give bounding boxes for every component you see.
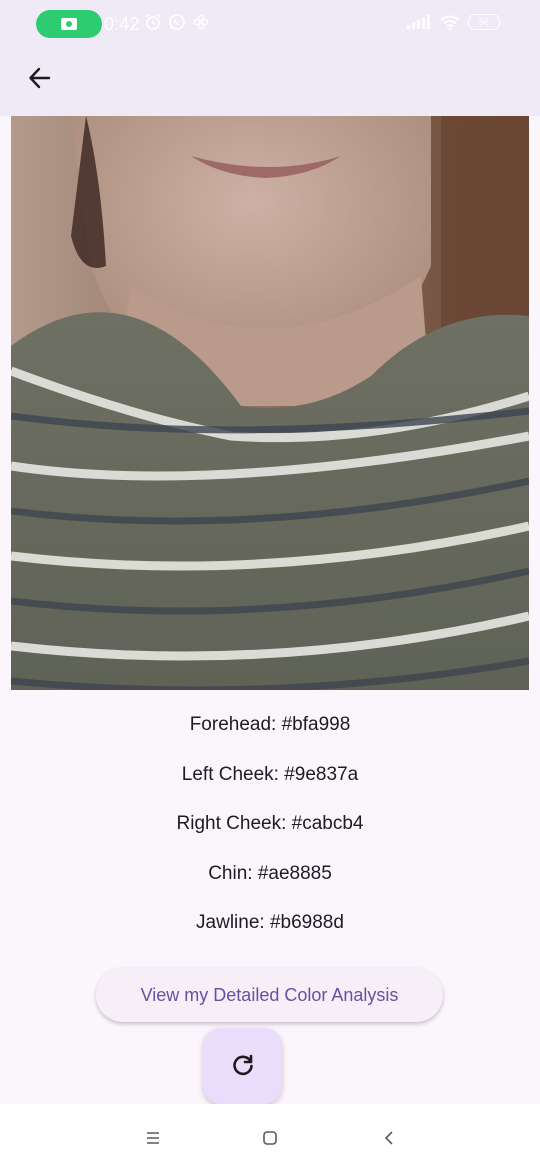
wifi-icon	[440, 15, 460, 31]
alarm-icon	[145, 13, 161, 30]
result-right-cheek: Right Cheek: #cabcb4	[176, 813, 364, 835]
system-status: 56	[407, 14, 500, 31]
back-icon	[384, 1131, 393, 1145]
color-results: Forehead: #bfa998 Left Cheek: #9e837a Ri…	[0, 700, 540, 948]
whatsapp-icon	[169, 14, 185, 30]
home-icon	[263, 1131, 277, 1145]
camera-icon	[61, 18, 77, 30]
result-jawline: Jawline: #b6988d	[196, 912, 344, 934]
battery-level: 56	[478, 17, 489, 27]
screen-record-indicator[interactable]	[36, 10, 102, 38]
signal-icon	[407, 15, 430, 29]
notification-icons	[144, 13, 210, 31]
status-bar: 0:42 56	[0, 0, 540, 48]
refresh-button[interactable]	[203, 1028, 282, 1104]
battery-icon: 56	[468, 14, 500, 30]
captured-photo	[11, 116, 529, 690]
status-time: 0:42	[104, 14, 140, 34]
nav-menu-button[interactable]	[141, 1126, 165, 1150]
result-left-cheek: Left Cheek: #9e837a	[181, 763, 359, 785]
result-chin: Chin: #ae8885	[208, 862, 332, 884]
detailed-analysis-label: View my Detailed Color Analysis	[140, 984, 399, 1005]
photo-image	[11, 116, 529, 690]
back-button[interactable]	[22, 60, 58, 96]
refresh-icon	[232, 1054, 253, 1076]
detailed-analysis-button[interactable]: View my Detailed Color Analysis	[96, 968, 443, 1022]
app-bar	[0, 48, 540, 116]
settings-flower-icon	[193, 14, 209, 30]
arrow-left-icon	[29, 67, 51, 89]
system-nav-bar	[0, 1104, 540, 1170]
menu-icon	[147, 1132, 159, 1144]
result-forehead: Forehead: #bfa998	[189, 714, 351, 735]
nav-home-button[interactable]	[258, 1126, 282, 1150]
nav-back-button[interactable]	[377, 1126, 401, 1150]
